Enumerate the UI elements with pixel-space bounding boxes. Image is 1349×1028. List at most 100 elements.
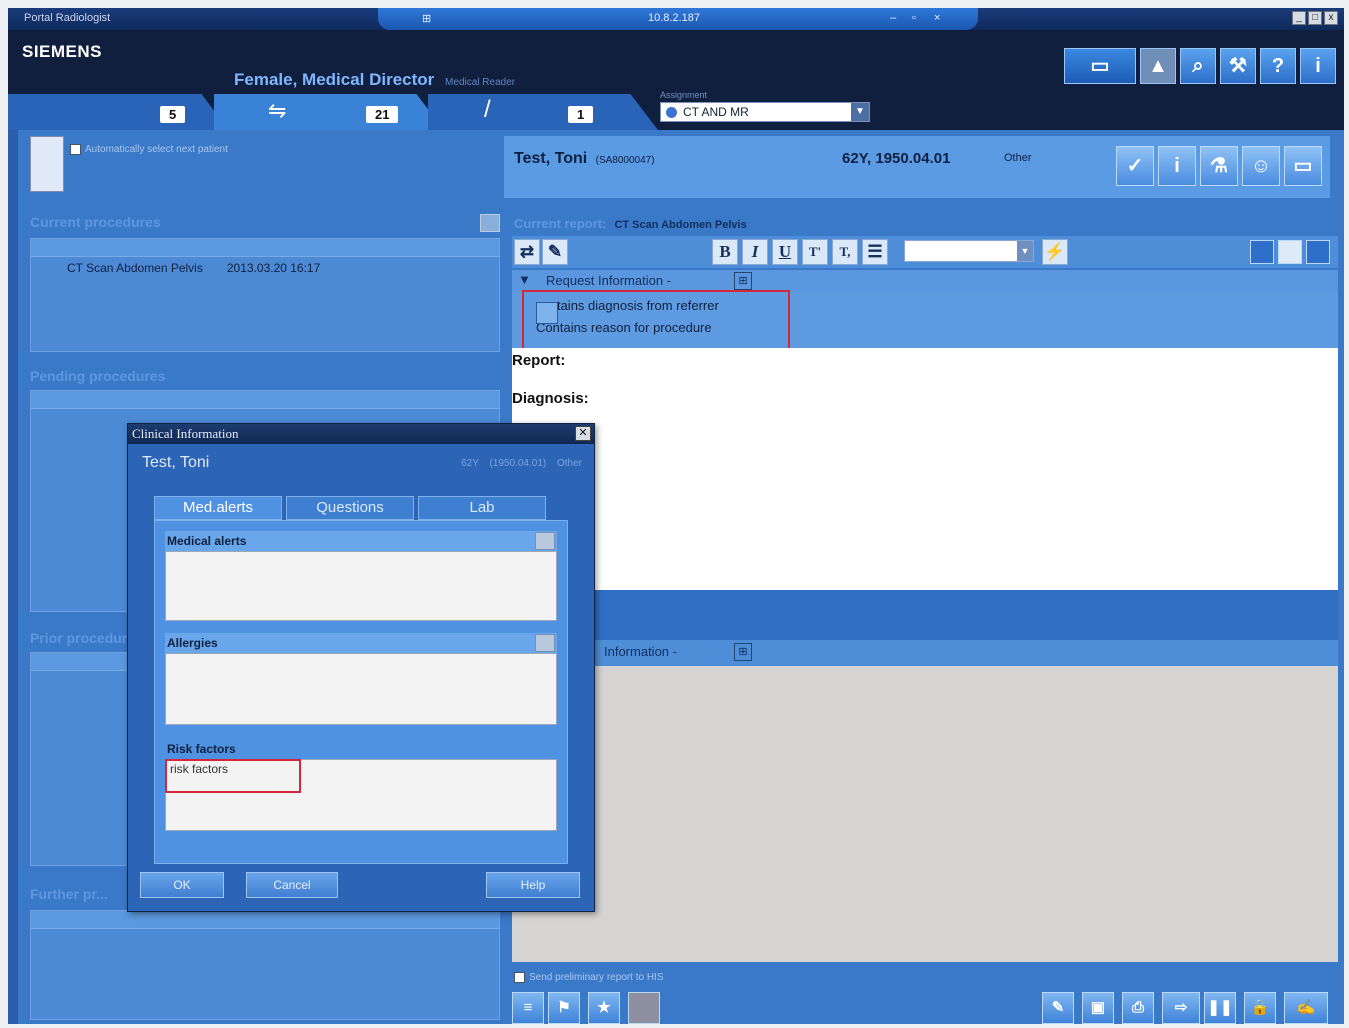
medical-alerts-button[interactable] [535,532,555,550]
table-row[interactable]: CT Scan Abdomen Pelvis 2013.03.20 16:17 [31,257,499,279]
lower-editor[interactable] [512,666,1338,962]
send-icon[interactable]: ⇨ [1162,992,1200,1024]
allergies-field[interactable] [165,653,557,725]
layout-icon[interactable]: ▭ [1064,48,1136,84]
view-list-icon[interactable] [1278,240,1302,264]
window-title: Portal Radiologist [24,12,111,24]
user-role: Medical Reader [445,77,516,88]
superscript-icon[interactable]: T' [802,239,828,265]
highlight-box [165,759,301,793]
sign-icon[interactable]: ✍ [1284,992,1328,1024]
dialog-patient-meta: 62Y (1950.04.01) Other [461,458,582,469]
search-icon[interactable]: ⌕ [1180,48,1216,84]
auto-select-button[interactable] [30,136,64,192]
check-icon[interactable]: ✓ [1116,146,1154,186]
subscript-icon[interactable]: T, [832,239,858,265]
font-select[interactable]: ▼ [904,240,1034,262]
tab-reading[interactable]: ⇋ 21 [214,94,444,130]
send-prelim-label: Send preliminary report to HIS [529,972,664,984]
report-editor[interactable]: Report: Diagnosis: [512,348,1338,590]
print-icon[interactable]: ▲ [1140,48,1176,84]
dialog-patient-name: Test, Toni [142,454,210,471]
view-split-icon[interactable] [1306,240,1330,264]
italic-button[interactable]: I [742,239,768,265]
expand-icon[interactable]: ⊞ [734,643,752,661]
pencil-icon[interactable]: ✎ [1042,992,1074,1024]
chevron-down-icon[interactable]: ▼ [1017,241,1033,261]
patient-name: Test, Toni [514,150,588,167]
procedure-date: 2013.03.20 16:17 [226,261,321,275]
header-toolbar: ▭ ▲ ⌕ ⚒ ? i [1064,48,1336,84]
remote-host-tab[interactable]: ⊞ 10.8.2.187 – ▫ × [378,8,978,30]
edit-icon[interactable]: ✎ [542,239,568,265]
pause-icon[interactable]: ❚❚ [1204,992,1236,1024]
patient-sex: Other [1004,152,1032,164]
print-icon[interactable]: ⎙ [1122,992,1154,1024]
send-prelim-checkbox[interactable] [514,972,525,983]
help-button[interactable]: Help [486,872,580,898]
reports-count: 1 [568,106,594,123]
host-close-icon[interactable]: × [934,12,940,24]
editor-toolbar: ⇄ ✎ B I U T' T, ☰ ▼ ⚡ [512,236,1338,268]
cancel-button[interactable]: Cancel [246,872,338,898]
edit-icon[interactable] [536,302,558,324]
auto-select-option[interactable]: Automatically select next patient [70,144,228,155]
dictation-icon[interactable]: ⇄ [514,239,540,265]
underline-button[interactable]: U [772,239,798,265]
tab-med-alerts[interactable]: Med.alerts [154,496,282,520]
save-icon[interactable]: ▣ [1082,992,1114,1024]
host-minimize-icon[interactable]: – [890,12,896,24]
close-icon[interactable]: ✕ [575,426,591,441]
request-info-header[interactable]: ▼ Request Information - ⊞ [512,270,1338,292]
close-button[interactable]: x [1324,11,1338,25]
user-card-icon[interactable]: ☺ [1242,146,1280,186]
bold-button[interactable]: B [712,239,738,265]
lower-info-header[interactable]: Information - ⊞ [512,640,1338,666]
info-icon[interactable]: i [1300,48,1336,84]
wrench-icon[interactable]: ⚒ [1220,48,1256,84]
host-restore-icon[interactable]: ▫ [912,12,916,24]
current-procedures-list: CT Scan Abdomen Pelvis 2013.03.20 16:17 [30,238,500,352]
current-procedures-title: Current procedures [30,214,161,230]
template-icon[interactable]: ≡ [512,992,544,1024]
auto-select-checkbox[interactable] [70,144,81,155]
spellcheck-icon[interactable]: ⚡ [1042,239,1068,265]
chevron-down-icon[interactable]: ▼ [851,103,869,121]
allergies-header: Allergies [165,633,557,653]
list-icon[interactable]: ☰ [862,239,888,265]
tab-lab[interactable]: Lab [418,496,546,520]
lab-icon[interactable]: ⚗ [1200,146,1238,186]
help-icon[interactable]: ? [1260,48,1296,84]
star-icon[interactable]: ★ [588,992,620,1024]
app-window: Portal Radiologist ⊞ 10.8.2.187 – ▫ × _ … [8,8,1344,1024]
tab-questions[interactable]: Questions [286,496,414,520]
auto-select-label: Automatically select next patient [85,144,228,156]
app-header: SIEMENS Female, Medical Director Medical… [8,30,1344,130]
lock-icon[interactable]: 🔒 [1244,992,1276,1024]
tab-reports[interactable]: / 1 [428,94,658,130]
send-prelim-option[interactable]: Send preliminary report to HIS [514,972,664,983]
panel-menu-icon[interactable] [480,214,500,232]
allergies-button[interactable] [535,634,555,652]
risk-factors-header: Risk factors [165,739,557,759]
patient-toolbar: ✓ i ⚗ ☺ ▭ [1116,146,1322,186]
workspace-select[interactable]: CT AND MR ▼ [660,102,870,122]
ok-button[interactable]: OK [140,872,224,898]
pin-icon[interactable]: ⊞ [422,12,431,25]
flag-icon[interactable]: ⚑ [548,992,580,1024]
pending-procedures-title: Pending procedures [30,368,166,384]
view-single-icon[interactable] [1250,240,1274,264]
current-report: Current report: CT Scan Abdomen Pelvis [514,216,747,231]
expand-icon[interactable]: ⊞ [734,272,752,290]
tab-worklist[interactable]: 5 [8,94,228,130]
window-titlebar: Portal Radiologist ⊞ 10.8.2.187 – ▫ × _ … [8,8,1344,30]
minimize-button[interactable]: _ [1292,11,1306,25]
medical-alerts-field[interactable] [165,551,557,621]
disabled-action-icon[interactable] [628,992,660,1024]
prior-procedures-title: Prior procedures [30,630,143,646]
pen-icon: / [484,96,491,123]
info-icon[interactable]: i [1158,146,1196,186]
maximize-button[interactable]: □ [1308,11,1322,25]
collapse-triangle-icon[interactable]: ▼ [518,272,531,287]
window-icon[interactable]: ▭ [1284,146,1322,186]
